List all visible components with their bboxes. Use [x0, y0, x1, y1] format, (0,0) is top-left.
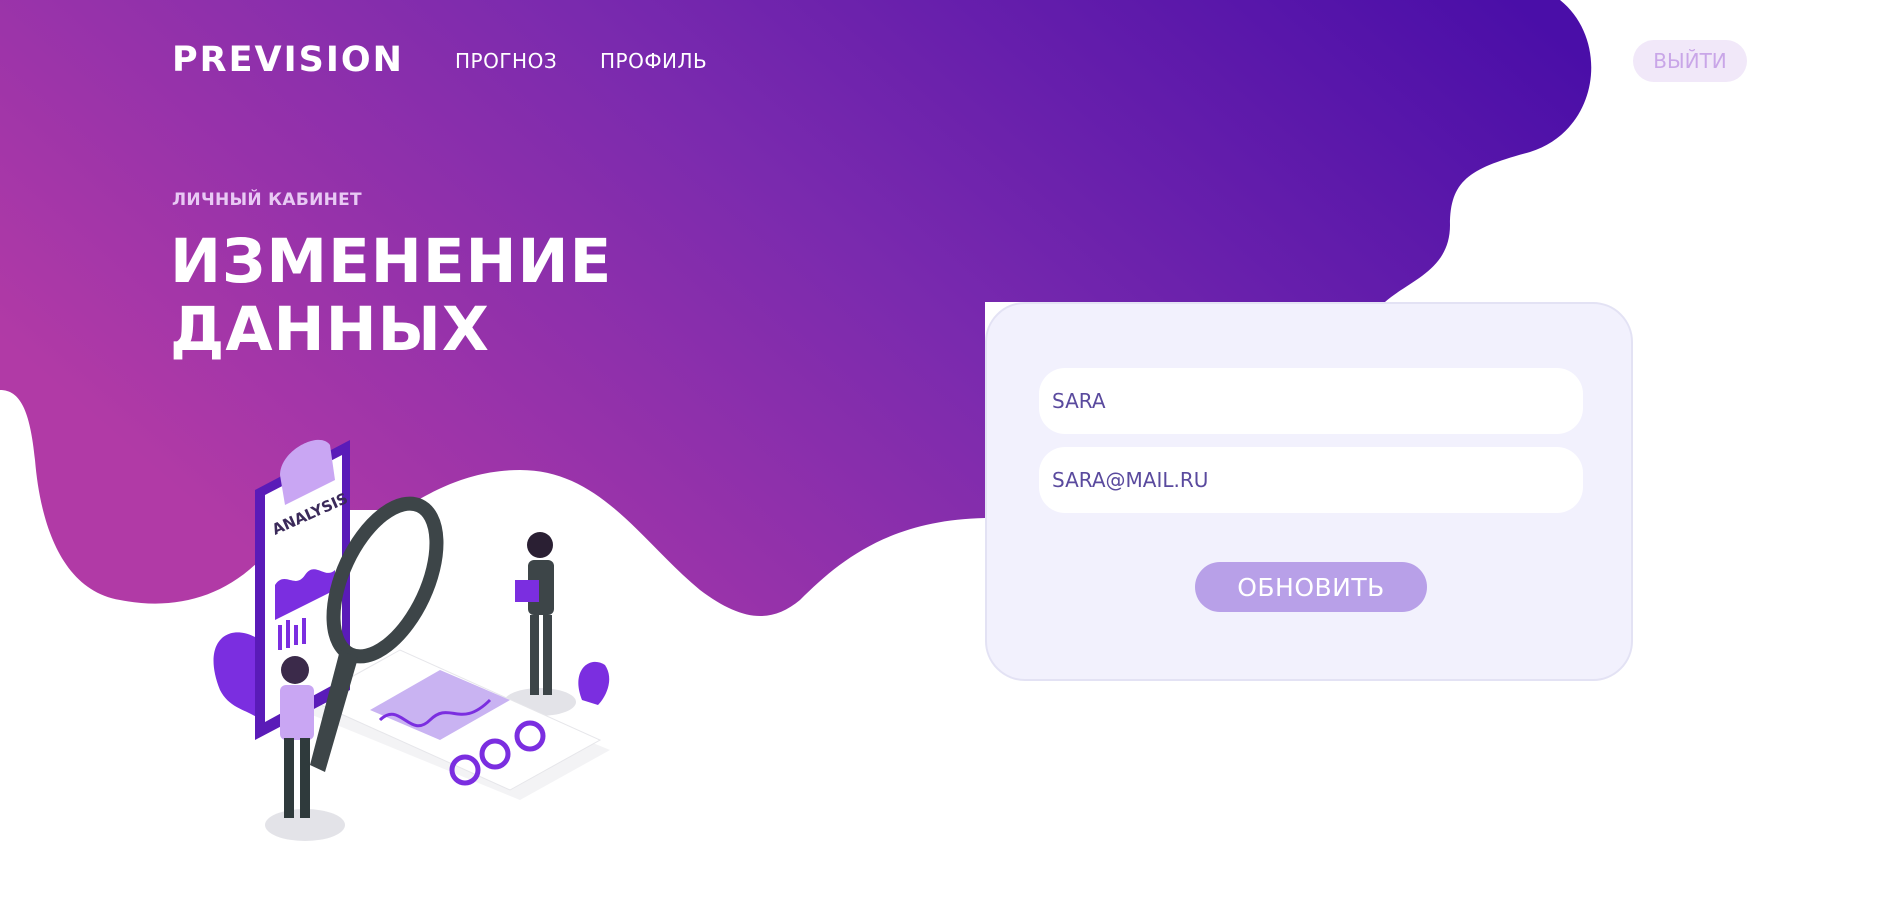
page-title-line-1: ИЗМЕНЕНИЕ — [170, 226, 613, 297]
person-right-head — [527, 532, 553, 558]
person-left-torso — [280, 685, 314, 740]
logout-button[interactable]: ВЫЙТИ — [1633, 40, 1747, 82]
clipboard-bar-3 — [294, 625, 298, 645]
brand-logo[interactable]: PREVISION — [172, 40, 404, 80]
clipboard-bar-2 — [286, 620, 290, 648]
page-title-line-2: ДАННЫХ — [170, 294, 490, 365]
clipboard-bar-4 — [302, 618, 306, 644]
person-left-leg-2 — [300, 738, 310, 818]
person-right-leg-1 — [530, 615, 539, 695]
person-left-leg-1 — [284, 738, 294, 818]
section-eyebrow: ЛИЧНЫЙ КАБИНЕТ — [172, 190, 362, 210]
nav-link-profile[interactable]: ПРОФИЛЬ — [600, 49, 707, 73]
email-input[interactable] — [1039, 447, 1583, 513]
clipboard-bar-1 — [278, 625, 282, 650]
analysis-illustration: ANALYSIS — [213, 439, 610, 841]
name-input[interactable] — [1039, 368, 1583, 434]
person-right-tablet — [515, 580, 539, 602]
profile-edit-card: ОБНОВИТЬ — [985, 302, 1633, 681]
leaf-right-icon — [578, 661, 610, 705]
person-right-leg-2 — [543, 615, 552, 695]
person-left-head — [281, 656, 309, 684]
page-title: ИЗМЕНЕНИЕ ДАННЫХ — [170, 228, 730, 364]
update-button[interactable]: ОБНОВИТЬ — [1195, 562, 1427, 612]
nav-link-forecast[interactable]: ПРОГНОЗ — [455, 49, 557, 73]
